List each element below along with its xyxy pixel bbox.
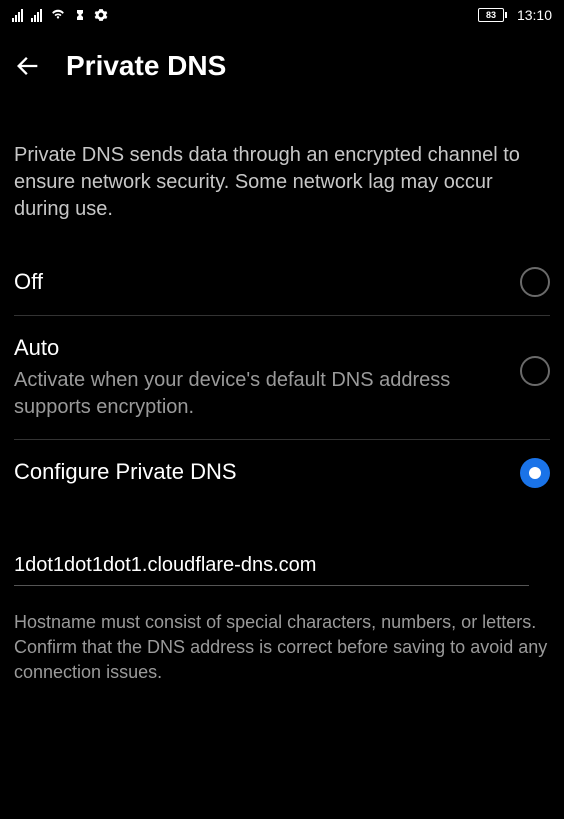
option-off-label: Off — [14, 268, 504, 297]
option-off[interactable]: Off — [14, 249, 550, 316]
gear-icon — [94, 8, 108, 22]
option-auto-label: Auto — [14, 334, 504, 363]
back-icon[interactable] — [14, 52, 42, 80]
dns-hostname-input[interactable] — [14, 546, 529, 586]
radio-configure[interactable] — [520, 458, 550, 488]
wifi-icon — [50, 8, 66, 22]
signal-icon-2 — [31, 8, 42, 22]
hostname-hint: Hostname must consist of special charact… — [14, 610, 550, 686]
battery-level: 83 — [478, 8, 504, 22]
header: Private DNS — [0, 30, 564, 102]
status-left — [12, 8, 108, 22]
clock-time: 13:10 — [517, 7, 552, 23]
option-configure[interactable]: Configure Private DNS — [14, 440, 550, 506]
option-auto[interactable]: Auto Activate when your device's default… — [14, 316, 550, 440]
signal-icon — [12, 8, 23, 22]
option-configure-label: Configure Private DNS — [14, 458, 504, 487]
radio-auto[interactable] — [520, 356, 550, 386]
page-description: Private DNS sends data through an encryp… — [14, 102, 550, 249]
status-right: 83 13:10 — [478, 7, 552, 23]
battery-icon: 83 — [478, 8, 507, 22]
content: Private DNS sends data through an encryp… — [0, 102, 564, 685]
radio-off[interactable] — [520, 267, 550, 297]
status-bar: 83 13:10 — [0, 0, 564, 30]
hourglass-icon — [74, 8, 86, 22]
option-auto-sublabel: Activate when your device's default DNS … — [14, 367, 504, 421]
page-title: Private DNS — [66, 50, 226, 82]
